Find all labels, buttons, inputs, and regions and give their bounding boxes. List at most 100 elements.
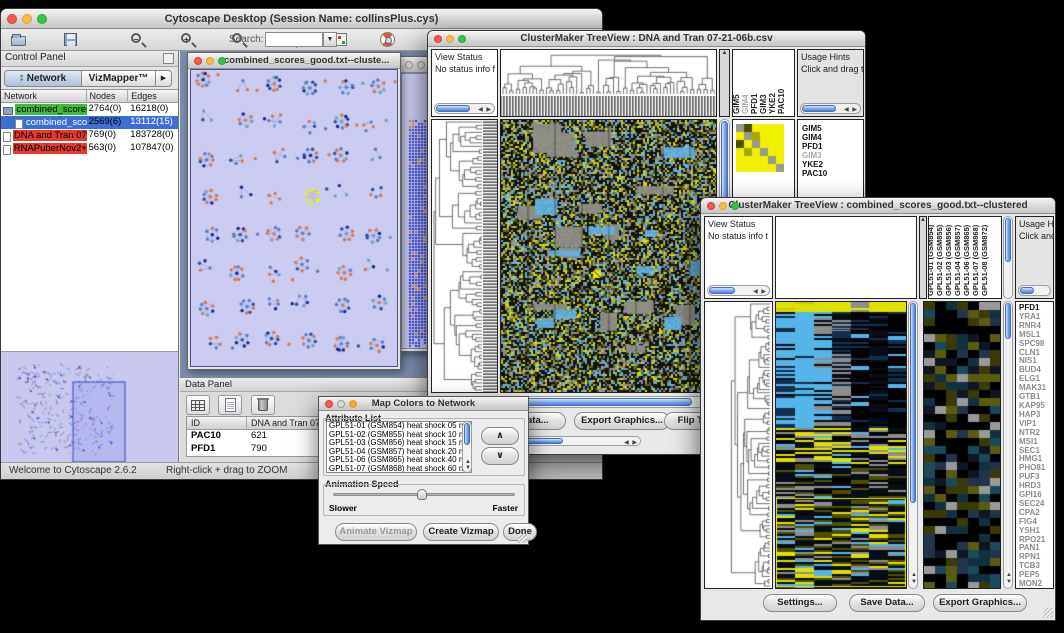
minimize-icon[interactable] xyxy=(337,400,345,408)
network-tree-empty-area[interactable] xyxy=(1,155,178,352)
resize-grip[interactable] xyxy=(1043,608,1053,618)
tv1-usage-hints: Usage Hints Click and drag tc ◀ ▶ xyxy=(797,49,864,117)
row-label: HAP3 xyxy=(1019,411,1053,420)
tv1-status-scrollbar[interactable]: ◀ ▶ xyxy=(434,103,495,114)
tv2-col-labels: GPL51-01 (GSM854)GPL51-02 (GSM855)GPL51-… xyxy=(928,216,1002,299)
float-panel-icon[interactable] xyxy=(163,53,174,64)
row-label: YRA1 xyxy=(1019,313,1053,322)
tabs-more-icon[interactable]: ▶ xyxy=(156,70,172,87)
zoom-out-icon[interactable]: − xyxy=(128,31,148,49)
tv2-status-scrollbar[interactable]: ◀ ▶ xyxy=(707,285,770,296)
minimize-icon[interactable] xyxy=(417,61,425,69)
network-doc-icon xyxy=(15,119,23,129)
row-label: GIM4 xyxy=(802,133,863,142)
row-label: PEP5 xyxy=(1019,571,1053,580)
network-row[interactable]: combined_scores2764(0)16218(0) xyxy=(1,103,178,116)
save-icon[interactable] xyxy=(61,31,81,49)
network-table: combined_scores2764(0)16218(0)combined_s… xyxy=(1,103,178,155)
resize-grip[interactable] xyxy=(518,534,527,543)
tv1-column-dendrogram[interactable] xyxy=(500,49,717,117)
attribute-list[interactable]: GPL51-01 (GSM854) heat shock 05 minGPL51… xyxy=(326,421,472,473)
status-zoom-hint: Right-click + drag to ZOOM xyxy=(166,465,287,476)
tv1-export-graphics-button[interactable]: Export Graphics... xyxy=(574,412,670,430)
move-up-button[interactable]: ∧ xyxy=(481,427,519,445)
zoom-window-icon[interactable] xyxy=(349,400,357,408)
table-icon[interactable] xyxy=(186,395,210,415)
minimize-icon[interactable] xyxy=(719,202,727,210)
main-titlebar[interactable]: Cytoscape Desktop (Session Name: collins… xyxy=(1,9,602,29)
new-attribute-icon[interactable] xyxy=(218,395,242,415)
tv2-col-spacer: ▲ xyxy=(919,216,927,299)
tv1-hscrollbar[interactable]: ◀ ▶ xyxy=(500,396,717,408)
network-frame-1[interactable]: combined_scores_good.txt--cluste... xyxy=(187,52,401,370)
open-file-icon[interactable] xyxy=(9,31,29,49)
delete-attribute-icon[interactable] xyxy=(251,395,275,415)
tv2-buttons: Settings... Save Data... Export Graphics..… xyxy=(701,594,1055,616)
network-row[interactable]: RNAPuberNov2+|563(0)107847(0) xyxy=(1,142,178,155)
network-name: combined_sco xyxy=(25,117,87,128)
network-name: DNA and Tran 07 xyxy=(13,130,87,141)
tv2-hints-scrollbar[interactable] xyxy=(1018,285,1051,296)
row-label: CPA2 xyxy=(1019,509,1053,518)
network-doc-icon xyxy=(3,145,11,155)
tv2-zoom-vscrollbar[interactable]: ▲▼ xyxy=(1003,301,1013,589)
tv2-save-data-button[interactable]: Save Data... xyxy=(849,594,925,612)
tv2-row-dendrogram[interactable] xyxy=(704,301,773,589)
minimize-icon[interactable] xyxy=(206,57,214,65)
close-icon[interactable] xyxy=(325,400,333,408)
attribute-list-scrollbar[interactable]: ▲▼ xyxy=(462,421,472,473)
tv1-hints-scrollbar[interactable]: ◀ ▶ xyxy=(800,103,861,114)
row-label: BUD4 xyxy=(1019,366,1053,375)
row-label: MON2 xyxy=(1019,580,1053,589)
edge-count: 13112(15) xyxy=(128,116,178,129)
search-dropdown-icon[interactable]: ▼ xyxy=(323,32,337,47)
row-label: TCB3 xyxy=(1019,562,1053,571)
tv2-heatmap-vscrollbar[interactable]: ▲▼ xyxy=(908,301,918,589)
row-label: RPO21 xyxy=(1019,536,1053,545)
node-count: 769(0) xyxy=(87,129,129,142)
search-label: Search: xyxy=(229,34,263,45)
tv1-row-dendrogram[interactable] xyxy=(431,119,498,393)
minimize-icon[interactable] xyxy=(22,14,32,24)
close-icon[interactable] xyxy=(405,61,413,69)
animate-vizmap-button[interactable]: Animate Vizmap xyxy=(335,523,417,541)
tv2-export-graphics-button[interactable]: Export Graphics... xyxy=(933,594,1027,612)
zoom-window-icon[interactable] xyxy=(218,57,226,65)
zoom-window-icon[interactable] xyxy=(458,35,466,43)
row-label: GTB1 xyxy=(1019,393,1053,402)
tab-network[interactable]: ⁑ Network xyxy=(4,70,82,87)
tv2-labels-vscrollbar[interactable] xyxy=(1003,216,1013,299)
network-row[interactable]: combined_sco2569(6)13112(15) xyxy=(1,116,178,129)
help-lifesaver-icon[interactable] xyxy=(378,31,398,49)
create-vizmap-button[interactable]: Create Vizmap xyxy=(423,523,499,541)
close-icon[interactable] xyxy=(707,202,715,210)
row-id: PFD1 xyxy=(187,443,247,456)
search-input[interactable] xyxy=(265,32,323,47)
zoom-window-icon[interactable] xyxy=(731,202,739,210)
tv1-heatmap[interactable] xyxy=(500,119,717,393)
column-label: GPL51-03 (GSM856) xyxy=(944,225,953,296)
column-label: GIM3 xyxy=(759,94,768,114)
network-row[interactable]: DNA and Tran 07769(0)183728(0) xyxy=(1,129,178,142)
minimize-icon[interactable] xyxy=(446,35,454,43)
network-view-canvas[interactable] xyxy=(190,69,398,367)
tv2-settings-button[interactable]: Settings... xyxy=(763,594,837,612)
close-icon[interactable] xyxy=(7,14,17,24)
row-label: MAK31 xyxy=(1019,384,1053,393)
close-icon[interactable] xyxy=(434,35,442,43)
network-table-header[interactable]: Network Nodes Edges xyxy=(1,89,178,103)
attribute-list-item[interactable]: GPL51-07 (GSM868) heat shock 60 min xyxy=(327,465,471,473)
tv2-zoom-heatmap[interactable] xyxy=(923,301,1001,589)
birdseye-overview[interactable] xyxy=(1,352,178,462)
tv2-heatmap[interactable] xyxy=(775,301,907,589)
move-down-button[interactable]: ∨ xyxy=(481,447,519,465)
close-icon[interactable] xyxy=(194,57,202,65)
speed-slider-thumb[interactable] xyxy=(417,489,427,500)
zoom-window-icon[interactable] xyxy=(37,14,47,24)
row-label: PAC10 xyxy=(802,169,863,178)
zoom-in-icon[interactable]: + xyxy=(178,31,198,49)
tab-vizmapper[interactable]: VizMapper™ xyxy=(82,70,156,87)
tv2-column-dendrogram[interactable] xyxy=(775,216,917,299)
row-label: CLN1 xyxy=(1019,349,1053,358)
row-label: NIS1 xyxy=(1019,357,1053,366)
